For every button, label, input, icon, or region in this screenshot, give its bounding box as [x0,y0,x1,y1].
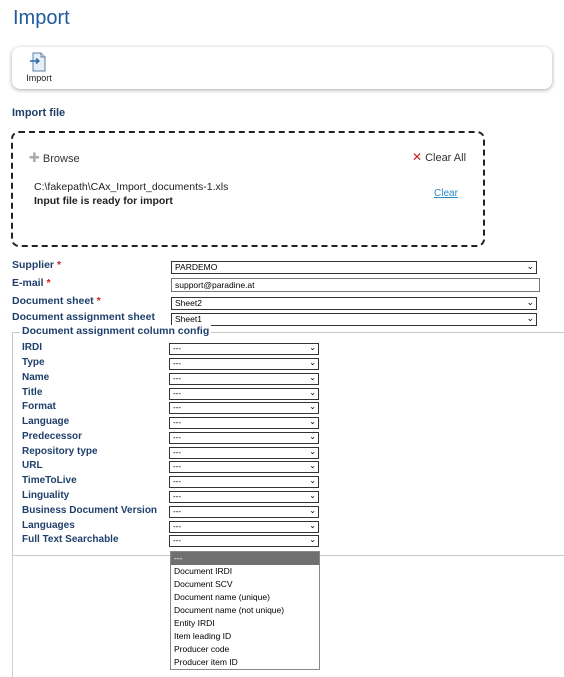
close-x-icon: ✕ [412,150,423,164]
config-select-type[interactable]: --- ⌄ [169,358,319,370]
chevron-down-icon: ⌄ [309,417,316,426]
chevron-down-icon: ⌄ [309,506,316,515]
dropdown-option[interactable]: Item leading ID [171,630,319,643]
config-label-languages: Languages [22,520,75,531]
file-path: C:\fakepath\CAx_Import_documents-1.xls [34,181,229,193]
config-select-url[interactable]: --- ⌄ [169,461,319,473]
chevron-down-icon: ⌄ [309,402,316,411]
chevron-down-icon: ⌄ [309,388,316,397]
config-label-repository-type: Repository type [22,446,98,457]
import-button-label: Import [26,73,52,83]
file-dropzone[interactable]: ✚ Browse ✕ Clear All C:\fakepath\CAx_Impor… [11,131,485,247]
email-label: E-mail * [12,277,51,289]
chevron-down-icon: ⌄ [309,373,316,382]
supplier-label: Supplier * [12,259,62,271]
dropdown-option[interactable]: Document SCV [171,578,319,591]
document-sheet-select[interactable]: Sheet2 ⌄ [171,297,537,310]
config-select-repository-type[interactable]: --- ⌄ [169,447,319,459]
required-marker: * [56,259,62,271]
import-document-icon [30,52,46,72]
config-select-irdi[interactable]: --- ⌄ [169,343,319,355]
plus-icon: ✚ [29,150,40,165]
config-select-title[interactable]: --- ⌄ [169,388,319,400]
config-label-name: Name [22,372,50,383]
config-label-type: Type [22,357,45,368]
config-select-format[interactable]: --- ⌄ [169,402,319,414]
dropdown-option[interactable]: Document name (not unique) [171,604,319,617]
file-status: Input file is ready for import [34,195,173,207]
dropdown-option[interactable]: Document IRDI [171,565,319,578]
chevron-down-icon: ⌄ [309,476,316,485]
dropdown-option[interactable]: Entity IRDI [171,617,319,630]
config-label-linguality: Linguality [22,490,70,501]
required-marker: * [46,277,51,289]
supplier-select[interactable]: PARDEMO ⌄ [171,261,537,274]
chevron-down-icon: ⌄ [309,343,316,352]
chevron-down-icon: ⌄ [526,261,534,271]
config-select-languages[interactable]: --- ⌄ [169,521,319,533]
dropdown-option[interactable]: --- [171,552,319,565]
assignment-sheet-label: Document assignment sheet [12,311,155,323]
import-file-section-label: Import file [12,107,66,119]
config-select-name[interactable]: --- ⌄ [169,373,319,385]
config-label-language: Language [22,416,70,427]
chevron-down-icon: ⌄ [309,521,316,530]
clear-all-label: Clear All [425,152,467,164]
config-label-business-document-version: Business Document Version [22,505,158,516]
chevron-down-icon: ⌄ [309,491,316,500]
divider [12,556,13,677]
chevron-down-icon: ⌄ [526,297,534,307]
config-select-predecessor[interactable]: --- ⌄ [169,432,319,444]
document-sheet-label: Document sheet * [12,295,101,307]
config-select-language[interactable]: --- ⌄ [169,417,319,429]
column-options-dropdown[interactable]: --- Document IRDI Document SCV Document … [170,551,320,670]
chevron-down-icon: ⌄ [309,358,316,367]
toolbar: Import [12,47,552,89]
config-select-full-text-searchable[interactable]: --- ⌄ [169,535,319,547]
config-label-full-text-searchable: Full Text Searchable [22,534,119,545]
assignment-sheet-select[interactable]: Sheet1 ⌄ [171,313,537,326]
chevron-down-icon: ⌄ [309,432,316,441]
config-label-timetolive: TimeToLive [22,475,77,486]
config-select-timetolive[interactable]: --- ⌄ [169,476,319,488]
import-button[interactable]: Import [22,52,56,88]
config-label-title: Title [22,387,43,398]
config-label-irdi: IRDI [22,342,42,353]
config-label-url: URL [22,460,43,471]
config-select-linguality[interactable]: --- ⌄ [169,491,319,503]
chevron-down-icon: ⌄ [309,447,316,456]
chevron-down-icon: ⌄ [309,461,316,470]
dropdown-option[interactable]: Producer item ID [171,656,319,669]
chevron-down-icon: ⌄ [309,535,316,544]
config-select-business-document-version[interactable]: --- ⌄ [169,506,319,518]
required-marker: * [96,295,101,307]
chevron-down-icon: ⌄ [526,313,534,323]
config-label-format: Format [22,401,56,412]
page-title: Import [13,7,70,29]
clear-all-button[interactable]: ✕ Clear All [412,150,466,164]
browse-label: Browse [42,153,80,165]
column-config-legend: Document assignment column config [20,325,212,337]
dropdown-option[interactable]: Document name (unique) [171,591,319,604]
config-label-predecessor: Predecessor [22,431,83,442]
dropdown-option[interactable]: Producer code [171,643,319,656]
clear-file-link[interactable]: Clear [434,188,458,199]
email-field[interactable]: support@paradine.at [171,278,540,292]
browse-button[interactable]: ✚ Browse [29,150,80,166]
